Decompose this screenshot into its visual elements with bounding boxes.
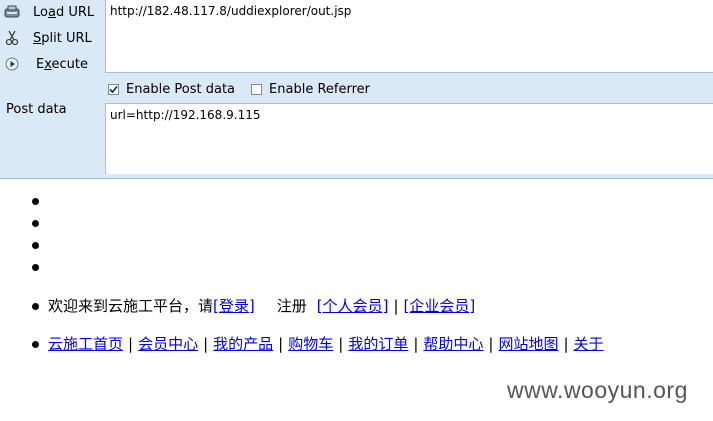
- enable-post-label: Enable Post data: [126, 81, 236, 97]
- post-data-textarea[interactable]: url=http://192.168.9.115: [105, 103, 713, 174]
- separator: |: [278, 335, 284, 353]
- load-url-label: Load URL: [33, 4, 95, 20]
- hackbar-panel: Load URL Split URL Execute http://182.48…: [0, 0, 713, 179]
- post-data-label: Post data: [6, 102, 67, 117]
- empty-list-item: [30, 190, 604, 212]
- separator: |: [128, 335, 134, 353]
- nav-link-about[interactable]: 关于: [574, 335, 604, 353]
- load-url-icon: [3, 3, 21, 21]
- load-url-button[interactable]: Load URL: [0, 0, 104, 24]
- separator: |: [203, 335, 209, 353]
- enable-referrer-checkbox[interactable]: Enable Referrer: [251, 82, 370, 97]
- execute-button[interactable]: Execute: [0, 52, 104, 76]
- url-value: http://182.48.117.8/uddiexplorer/out.jsp: [110, 4, 352, 18]
- scissors-icon: [3, 29, 21, 47]
- nav-link-my-products[interactable]: 我的产品: [213, 335, 273, 353]
- nav-link-sitemap[interactable]: 网站地图: [498, 335, 558, 353]
- separator: |: [413, 335, 419, 353]
- nav-link-cart[interactable]: 购物车: [288, 335, 333, 353]
- separator: |: [563, 335, 569, 353]
- personal-member-link[interactable]: [个人会员]: [317, 297, 389, 315]
- separator: |: [488, 335, 494, 353]
- play-icon: [3, 55, 21, 73]
- page-list: 欢迎来到云施工平台，请[登录] 注册 [个人会员] | [企业会员] 云施工首页 | 会员中…: [30, 190, 604, 356]
- nav-link-help[interactable]: 帮助中心: [423, 335, 483, 353]
- split-url-button[interactable]: Split URL: [0, 26, 104, 50]
- url-textarea[interactable]: http://182.48.117.8/uddiexplorer/out.jsp: [105, 0, 713, 73]
- welcome-text: 欢迎来到云施工平台，请: [48, 297, 214, 315]
- register-text: 注册: [276, 297, 307, 315]
- nav-link-my-orders[interactable]: 我的订单: [348, 335, 408, 353]
- split-url-label: Split URL: [33, 30, 92, 46]
- enable-post-data-checkbox[interactable]: Enable Post data: [108, 82, 235, 97]
- empty-list-item: [30, 234, 604, 256]
- empty-list-item: [30, 256, 604, 278]
- empty-list-item: [30, 212, 604, 234]
- separator: |: [338, 335, 344, 353]
- welcome-item: 欢迎来到云施工平台，请[登录] 注册 [个人会员] | [企业会员]: [30, 294, 604, 318]
- post-data-value: url=http://192.168.9.115: [110, 108, 261, 122]
- options-row: Enable Post data Enable Referrer: [108, 80, 386, 98]
- hackbar-sidebar: Load URL Split URL Execute: [0, 0, 104, 178]
- enable-post-checkbox-box[interactable]: [108, 83, 119, 95]
- enterprise-member-link[interactable]: [企业会员]: [404, 297, 476, 315]
- execute-label: Execute: [36, 56, 88, 72]
- enable-referrer-checkbox-box[interactable]: [251, 83, 263, 95]
- nav-item: 云施工首页 | 会员中心 | 我的产品 | 购物车 | 我的订单 | 帮助中心 | 网站地图 | 关于: [30, 332, 604, 356]
- watermark: www.wooyun.org: [507, 377, 688, 403]
- login-link[interactable]: [登录]: [213, 297, 255, 315]
- checkmark-icon: [109, 85, 118, 93]
- enable-referrer-label: Enable Referrer: [269, 81, 370, 97]
- separator: |: [393, 297, 399, 315]
- nav-link-home[interactable]: 云施工首页: [48, 335, 123, 353]
- nav-link-member-center[interactable]: 会员中心: [138, 335, 198, 353]
